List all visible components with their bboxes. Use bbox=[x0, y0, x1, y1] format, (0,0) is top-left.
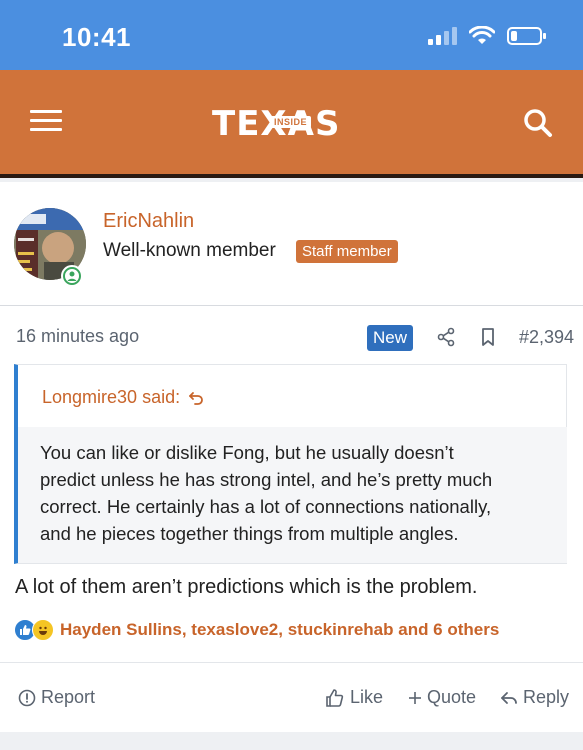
logo-badge: INSIDE bbox=[270, 116, 312, 128]
post-userbar: EricNahlin Well-known member Staff membe… bbox=[0, 182, 583, 306]
online-status-icon bbox=[61, 265, 83, 287]
quote-author-label: Longmire30 said: bbox=[42, 387, 181, 407]
new-badge: New bbox=[367, 325, 414, 351]
battery-icon bbox=[507, 27, 546, 45]
quote-body: You can like or dislike Fong, but he usu… bbox=[18, 427, 567, 563]
user-title: Well-known member bbox=[103, 240, 276, 261]
like-button[interactable]: Like bbox=[325, 687, 383, 708]
bookmark-button[interactable] bbox=[480, 327, 496, 352]
quote-block: Longmire30 said: You can like or dislike… bbox=[14, 364, 567, 564]
quote-author-link[interactable]: Longmire30 said: bbox=[42, 387, 204, 408]
post-number-link[interactable]: #2,394 bbox=[519, 327, 574, 348]
hamburger-menu-button[interactable] bbox=[30, 110, 62, 136]
post-author-link[interactable]: EricNahlin bbox=[103, 210, 194, 233]
share-icon bbox=[437, 327, 455, 347]
thumbs-up-icon bbox=[326, 688, 344, 707]
status-bar: 10:41 bbox=[0, 0, 583, 70]
post-date-link[interactable]: 16 minutes ago bbox=[16, 326, 139, 347]
reply-arrow-icon bbox=[189, 391, 203, 405]
staff-badge: Staff member bbox=[296, 240, 398, 263]
search-button[interactable] bbox=[523, 108, 553, 138]
search-icon bbox=[524, 109, 552, 137]
reply-icon bbox=[501, 691, 517, 704]
reactions-names: Hayden Sullins, texaslove2, stuckinrehab… bbox=[60, 620, 500, 639]
share-button[interactable] bbox=[436, 327, 456, 352]
status-time: 10:41 bbox=[62, 22, 131, 52]
laugh-reaction-icon bbox=[32, 619, 54, 641]
quote-line: You can like or dislike Fong, but he usu… bbox=[40, 442, 454, 463]
site-header: TEXAS INSIDE bbox=[0, 70, 583, 178]
report-button[interactable]: Report bbox=[18, 687, 95, 708]
signal-icon bbox=[428, 27, 457, 45]
quote-line: and he pieces together things from multi… bbox=[40, 523, 459, 544]
reply-button[interactable]: Reply bbox=[500, 687, 569, 708]
like-label: Like bbox=[350, 687, 384, 707]
alert-circle-icon bbox=[18, 689, 36, 706]
quote-line: predict unless he has strong intel, and … bbox=[40, 469, 493, 490]
site-logo[interactable]: TEXAS INSIDE bbox=[212, 106, 340, 142]
wifi-icon bbox=[469, 26, 495, 44]
reply-label: Reply bbox=[523, 687, 570, 707]
status-icons bbox=[427, 26, 547, 46]
post-body: A lot of them aren’t predictions which i… bbox=[15, 576, 478, 598]
quote-label: Quote bbox=[427, 687, 477, 707]
report-label: Report bbox=[41, 687, 96, 707]
quote-button[interactable]: Quote bbox=[408, 687, 476, 708]
reactions-summary[interactable]: Hayden Sullins, texaslove2, stuckinrehab… bbox=[14, 619, 499, 641]
quote-line: correct. He certainly has a lot of conne… bbox=[40, 496, 492, 517]
plus-icon bbox=[409, 691, 421, 704]
bookmark-icon bbox=[482, 328, 494, 346]
forum-post: EricNahlin Well-known member Staff membe… bbox=[0, 182, 583, 732]
post-actions: Report Like Quote Reply bbox=[0, 662, 583, 732]
